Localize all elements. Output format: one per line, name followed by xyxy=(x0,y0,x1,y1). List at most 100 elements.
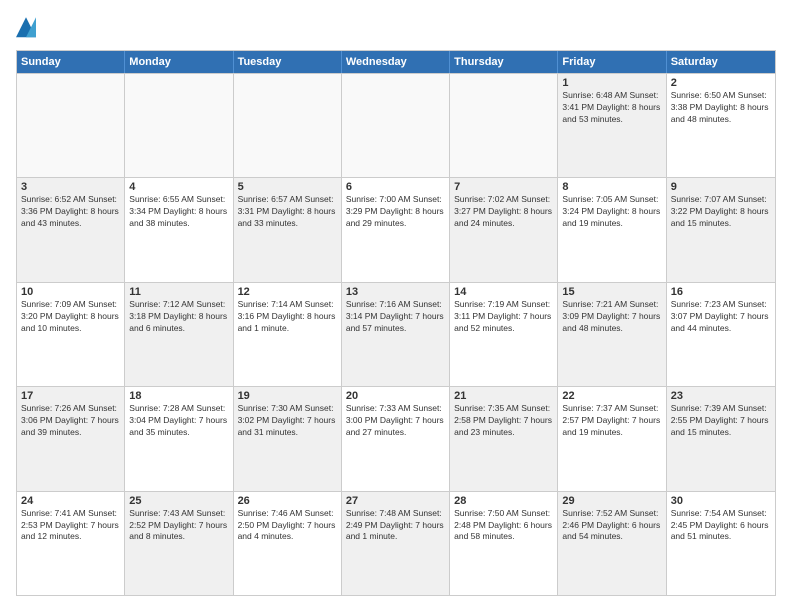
day-number: 27 xyxy=(346,495,445,507)
cal-cell-3-6: 23Sunrise: 7:39 AM Sunset: 2:55 PM Dayli… xyxy=(667,387,775,490)
day-info: Sunrise: 7:07 AM Sunset: 3:22 PM Dayligh… xyxy=(671,194,771,230)
calendar-header: SundayMondayTuesdayWednesdayThursdayFrid… xyxy=(17,51,775,73)
day-info: Sunrise: 7:37 AM Sunset: 2:57 PM Dayligh… xyxy=(562,403,661,439)
cal-cell-2-2: 12Sunrise: 7:14 AM Sunset: 3:16 PM Dayli… xyxy=(234,283,342,386)
logo xyxy=(16,16,38,40)
cal-cell-0-5: 1Sunrise: 6:48 AM Sunset: 3:41 PM Daylig… xyxy=(558,74,666,177)
cal-cell-0-4 xyxy=(450,74,558,177)
cal-cell-0-2 xyxy=(234,74,342,177)
day-number: 11 xyxy=(129,286,228,298)
day-number: 16 xyxy=(671,286,771,298)
calendar-row-3: 17Sunrise: 7:26 AM Sunset: 3:06 PM Dayli… xyxy=(17,386,775,490)
day-number: 25 xyxy=(129,495,228,507)
day-number: 14 xyxy=(454,286,553,298)
day-info: Sunrise: 7:23 AM Sunset: 3:07 PM Dayligh… xyxy=(671,299,771,335)
weekday-header-thursday: Thursday xyxy=(450,51,558,73)
day-info: Sunrise: 7:28 AM Sunset: 3:04 PM Dayligh… xyxy=(129,403,228,439)
day-number: 13 xyxy=(346,286,445,298)
day-number: 15 xyxy=(562,286,661,298)
day-info: Sunrise: 6:55 AM Sunset: 3:34 PM Dayligh… xyxy=(129,194,228,230)
cal-cell-0-1 xyxy=(125,74,233,177)
cal-cell-4-4: 28Sunrise: 7:50 AM Sunset: 2:48 PM Dayli… xyxy=(450,492,558,595)
day-number: 29 xyxy=(562,495,661,507)
day-info: Sunrise: 7:33 AM Sunset: 3:00 PM Dayligh… xyxy=(346,403,445,439)
cal-cell-3-1: 18Sunrise: 7:28 AM Sunset: 3:04 PM Dayli… xyxy=(125,387,233,490)
day-number: 24 xyxy=(21,495,120,507)
day-info: Sunrise: 6:57 AM Sunset: 3:31 PM Dayligh… xyxy=(238,194,337,230)
day-number: 19 xyxy=(238,390,337,402)
cal-cell-2-3: 13Sunrise: 7:16 AM Sunset: 3:14 PM Dayli… xyxy=(342,283,450,386)
cal-cell-2-1: 11Sunrise: 7:12 AM Sunset: 3:18 PM Dayli… xyxy=(125,283,233,386)
day-info: Sunrise: 7:14 AM Sunset: 3:16 PM Dayligh… xyxy=(238,299,337,335)
day-number: 5 xyxy=(238,181,337,193)
calendar-body: 1Sunrise: 6:48 AM Sunset: 3:41 PM Daylig… xyxy=(17,73,775,595)
cal-cell-3-0: 17Sunrise: 7:26 AM Sunset: 3:06 PM Dayli… xyxy=(17,387,125,490)
cal-cell-1-0: 3Sunrise: 6:52 AM Sunset: 3:36 PM Daylig… xyxy=(17,178,125,281)
day-number: 21 xyxy=(454,390,553,402)
day-number: 23 xyxy=(671,390,771,402)
day-number: 22 xyxy=(562,390,661,402)
cal-cell-2-5: 15Sunrise: 7:21 AM Sunset: 3:09 PM Dayli… xyxy=(558,283,666,386)
day-info: Sunrise: 6:48 AM Sunset: 3:41 PM Dayligh… xyxy=(562,90,661,126)
day-number: 2 xyxy=(671,77,771,89)
cal-cell-4-6: 30Sunrise: 7:54 AM Sunset: 2:45 PM Dayli… xyxy=(667,492,775,595)
cal-cell-2-4: 14Sunrise: 7:19 AM Sunset: 3:11 PM Dayli… xyxy=(450,283,558,386)
header xyxy=(16,16,776,40)
day-info: Sunrise: 7:39 AM Sunset: 2:55 PM Dayligh… xyxy=(671,403,771,439)
day-number: 10 xyxy=(21,286,120,298)
day-number: 30 xyxy=(671,495,771,507)
calendar-row-2: 10Sunrise: 7:09 AM Sunset: 3:20 PM Dayli… xyxy=(17,282,775,386)
calendar-row-0: 1Sunrise: 6:48 AM Sunset: 3:41 PM Daylig… xyxy=(17,73,775,177)
weekday-header-saturday: Saturday xyxy=(667,51,775,73)
day-number: 8 xyxy=(562,181,661,193)
cal-cell-4-3: 27Sunrise: 7:48 AM Sunset: 2:49 PM Dayli… xyxy=(342,492,450,595)
calendar-row-4: 24Sunrise: 7:41 AM Sunset: 2:53 PM Dayli… xyxy=(17,491,775,595)
day-number: 4 xyxy=(129,181,228,193)
cal-cell-4-5: 29Sunrise: 7:52 AM Sunset: 2:46 PM Dayli… xyxy=(558,492,666,595)
cal-cell-0-6: 2Sunrise: 6:50 AM Sunset: 3:38 PM Daylig… xyxy=(667,74,775,177)
cal-cell-1-4: 7Sunrise: 7:02 AM Sunset: 3:27 PM Daylig… xyxy=(450,178,558,281)
day-number: 3 xyxy=(21,181,120,193)
day-info: Sunrise: 7:35 AM Sunset: 2:58 PM Dayligh… xyxy=(454,403,553,439)
day-info: Sunrise: 7:00 AM Sunset: 3:29 PM Dayligh… xyxy=(346,194,445,230)
cal-cell-1-5: 8Sunrise: 7:05 AM Sunset: 3:24 PM Daylig… xyxy=(558,178,666,281)
day-info: Sunrise: 7:41 AM Sunset: 2:53 PM Dayligh… xyxy=(21,508,120,544)
cal-cell-1-2: 5Sunrise: 6:57 AM Sunset: 3:31 PM Daylig… xyxy=(234,178,342,281)
weekday-header-sunday: Sunday xyxy=(17,51,125,73)
day-info: Sunrise: 7:21 AM Sunset: 3:09 PM Dayligh… xyxy=(562,299,661,335)
cal-cell-3-2: 19Sunrise: 7:30 AM Sunset: 3:02 PM Dayli… xyxy=(234,387,342,490)
day-number: 18 xyxy=(129,390,228,402)
cal-cell-1-6: 9Sunrise: 7:07 AM Sunset: 3:22 PM Daylig… xyxy=(667,178,775,281)
day-info: Sunrise: 7:05 AM Sunset: 3:24 PM Dayligh… xyxy=(562,194,661,230)
day-info: Sunrise: 6:52 AM Sunset: 3:36 PM Dayligh… xyxy=(21,194,120,230)
day-info: Sunrise: 7:43 AM Sunset: 2:52 PM Dayligh… xyxy=(129,508,228,544)
logo-icon xyxy=(16,16,36,40)
day-info: Sunrise: 7:16 AM Sunset: 3:14 PM Dayligh… xyxy=(346,299,445,335)
day-info: Sunrise: 7:52 AM Sunset: 2:46 PM Dayligh… xyxy=(562,508,661,544)
day-info: Sunrise: 7:54 AM Sunset: 2:45 PM Dayligh… xyxy=(671,508,771,544)
day-info: Sunrise: 7:12 AM Sunset: 3:18 PM Dayligh… xyxy=(129,299,228,335)
day-info: Sunrise: 7:46 AM Sunset: 2:50 PM Dayligh… xyxy=(238,508,337,544)
day-number: 28 xyxy=(454,495,553,507)
weekday-header-wednesday: Wednesday xyxy=(342,51,450,73)
cal-cell-2-0: 10Sunrise: 7:09 AM Sunset: 3:20 PM Dayli… xyxy=(17,283,125,386)
day-info: Sunrise: 7:09 AM Sunset: 3:20 PM Dayligh… xyxy=(21,299,120,335)
day-number: 17 xyxy=(21,390,120,402)
day-info: Sunrise: 7:26 AM Sunset: 3:06 PM Dayligh… xyxy=(21,403,120,439)
calendar: SundayMondayTuesdayWednesdayThursdayFrid… xyxy=(16,50,776,596)
cal-cell-4-1: 25Sunrise: 7:43 AM Sunset: 2:52 PM Dayli… xyxy=(125,492,233,595)
day-number: 7 xyxy=(454,181,553,193)
calendar-row-1: 3Sunrise: 6:52 AM Sunset: 3:36 PM Daylig… xyxy=(17,177,775,281)
cal-cell-4-0: 24Sunrise: 7:41 AM Sunset: 2:53 PM Dayli… xyxy=(17,492,125,595)
cal-cell-3-5: 22Sunrise: 7:37 AM Sunset: 2:57 PM Dayli… xyxy=(558,387,666,490)
day-info: Sunrise: 7:30 AM Sunset: 3:02 PM Dayligh… xyxy=(238,403,337,439)
day-number: 9 xyxy=(671,181,771,193)
cal-cell-3-4: 21Sunrise: 7:35 AM Sunset: 2:58 PM Dayli… xyxy=(450,387,558,490)
day-number: 12 xyxy=(238,286,337,298)
cal-cell-0-0 xyxy=(17,74,125,177)
cal-cell-2-6: 16Sunrise: 7:23 AM Sunset: 3:07 PM Dayli… xyxy=(667,283,775,386)
cal-cell-0-3 xyxy=(342,74,450,177)
day-number: 6 xyxy=(346,181,445,193)
day-info: Sunrise: 7:02 AM Sunset: 3:27 PM Dayligh… xyxy=(454,194,553,230)
cal-cell-3-3: 20Sunrise: 7:33 AM Sunset: 3:00 PM Dayli… xyxy=(342,387,450,490)
